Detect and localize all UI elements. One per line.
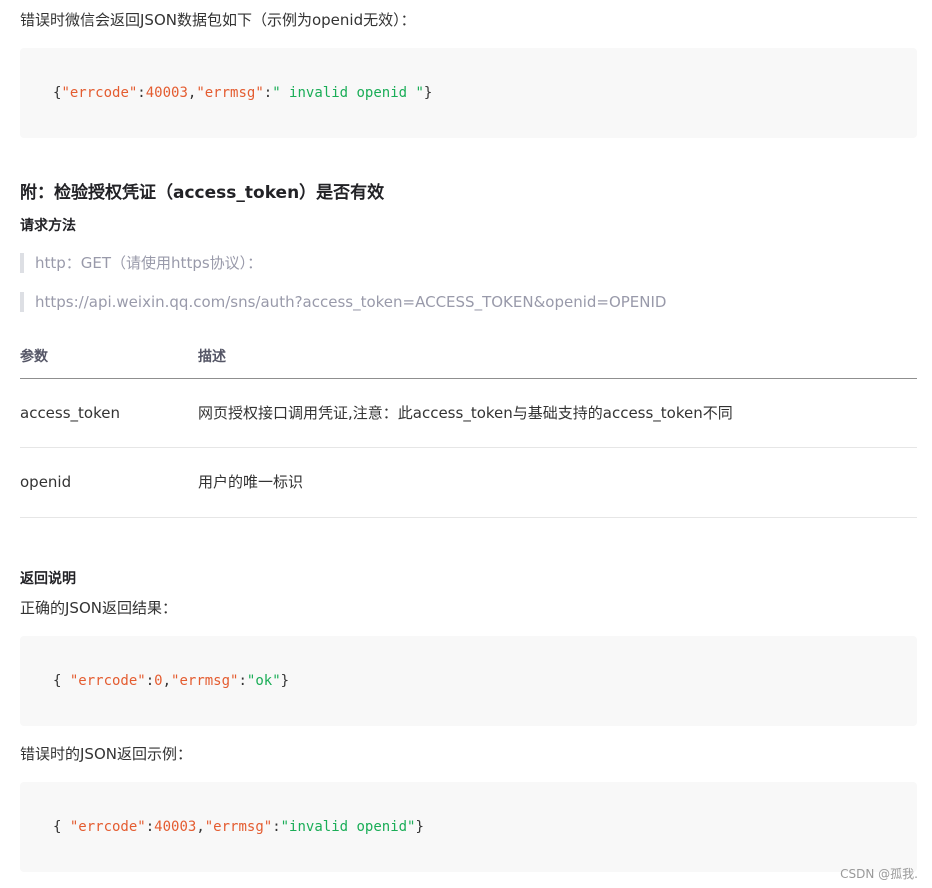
- code-comma: ,: [162, 673, 172, 689]
- code-colon: :: [263, 85, 273, 101]
- code-brace-close: }: [423, 85, 433, 101]
- code-brace-open: {: [53, 819, 70, 835]
- code-key-errcode: "errcode": [69, 819, 146, 835]
- table-cell-param: access_token: [20, 404, 120, 422]
- intro-error-text: 错误时微信会返回JSON数据包如下（示例为openid无效）：: [20, 11, 416, 29]
- table-cell-param: openid: [20, 473, 72, 491]
- code-key-errmsg: "errmsg": [171, 673, 239, 689]
- code-value-errmsg: " invalid openid ": [272, 85, 424, 101]
- request-method-title: 请求方法: [20, 218, 76, 234]
- table-row-rule: [20, 517, 917, 518]
- code-key-errmsg: "errmsg": [204, 819, 273, 835]
- table-header-param: 参数: [20, 349, 48, 365]
- quote-api-url[interactable]: https://api.weixin.qq.com/sns/auth?acces…: [20, 292, 666, 312]
- code-brace-close: }: [415, 819, 424, 835]
- quote-http-method: http：GET（请使用https协议）：: [20, 253, 262, 273]
- csdn-watermark: CSDN @孤我.: [840, 867, 918, 881]
- code-colon: :: [145, 819, 155, 835]
- code-line: { "errcode":40003,"errmsg":"invalid open…: [53, 818, 424, 836]
- table-header-rule: [20, 378, 917, 379]
- section-heading: 附：检验授权凭证（access_token）是否有效: [20, 183, 385, 203]
- code-comma: ,: [196, 819, 205, 835]
- code-colon: :: [145, 673, 155, 689]
- code-brace-open: {: [53, 673, 70, 689]
- code-block-error-result: { "errcode":40003,"errmsg":"invalid open…: [20, 782, 917, 872]
- code-brace-close: }: [280, 673, 290, 689]
- err-intro-text: 错误时的JSON返回示例：: [20, 745, 192, 763]
- code-line: {"errcode":40003,"errmsg":" invalid open…: [53, 84, 432, 102]
- code-colon: :: [238, 673, 247, 689]
- code-key-errmsg: "errmsg": [196, 85, 264, 101]
- return-title: 返回说明: [20, 571, 76, 587]
- code-key-errcode: "errcode": [61, 85, 138, 101]
- code-value-errcode: 0: [154, 673, 163, 689]
- table-cell-desc: 用户的唯一标识: [198, 473, 304, 491]
- code-line: { "errcode":0,"errmsg":"ok"}: [53, 672, 289, 690]
- ok-intro-text: 正确的JSON返回结果：: [20, 599, 177, 617]
- table-header-desc: 描述: [198, 349, 226, 365]
- code-block-ok-result: { "errcode":0,"errmsg":"ok"}: [20, 636, 917, 726]
- code-colon: :: [272, 819, 281, 835]
- code-value-errmsg: "ok": [246, 673, 281, 689]
- table-row-rule: [20, 447, 917, 448]
- code-key-errcode: "errcode": [69, 673, 146, 689]
- code-value-errcode: 40003: [154, 819, 197, 835]
- code-colon: :: [137, 85, 146, 101]
- table-cell-desc: 网页授权接口调用凭证,注意：此access_token与基础支持的access_…: [198, 404, 733, 422]
- code-block-error-sample: {"errcode":40003,"errmsg":" invalid open…: [20, 48, 917, 138]
- code-value-errcode: 40003: [145, 85, 188, 101]
- code-value-errmsg: "invalid openid": [280, 819, 416, 835]
